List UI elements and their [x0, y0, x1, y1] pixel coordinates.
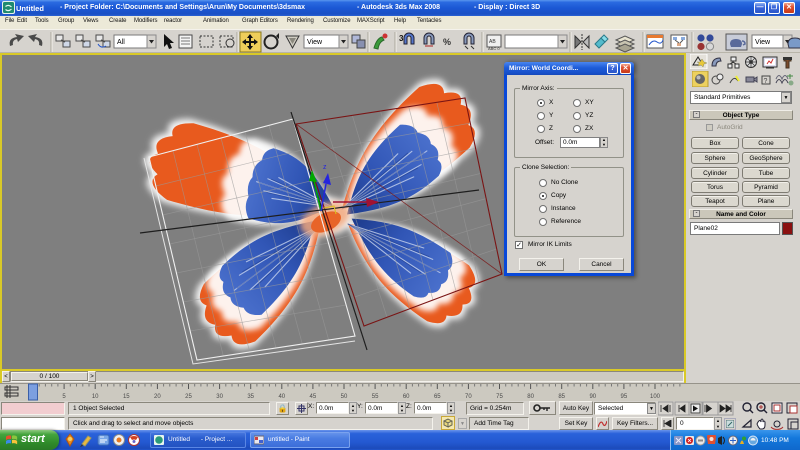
svg-text:95: 95 [621, 394, 628, 400]
svg-text:70: 70 [465, 394, 472, 400]
svg-text:3: 3 [399, 34, 404, 43]
svg-text:?: ? [764, 78, 768, 85]
svg-text:z: z [323, 164, 327, 171]
svg-text:10: 10 [92, 394, 99, 400]
svg-text:75: 75 [496, 394, 503, 400]
svg-text:All: All [117, 39, 125, 46]
svg-text:40: 40 [278, 394, 285, 400]
svg-text:15: 15 [123, 394, 130, 400]
svg-text:25: 25 [185, 394, 192, 400]
svg-text:35: 35 [247, 394, 254, 400]
svg-text:65: 65 [434, 394, 441, 400]
svg-text:80: 80 [527, 394, 534, 400]
svg-text:60: 60 [403, 394, 410, 400]
svg-text:View: View [307, 39, 323, 46]
svg-text:45: 45 [310, 394, 317, 400]
svg-text:View: View [755, 39, 771, 46]
svg-text:ABC 0: ABC 0 [488, 46, 500, 51]
svg-text:30: 30 [216, 394, 223, 400]
svg-text:90: 90 [589, 394, 596, 400]
svg-text:50: 50 [341, 394, 348, 400]
svg-text:AB: AB [489, 39, 496, 45]
svg-text:%: % [443, 37, 451, 47]
svg-text:55: 55 [372, 394, 379, 400]
svg-text:85: 85 [558, 394, 565, 400]
svg-text:100: 100 [650, 394, 661, 400]
svg-text:20: 20 [154, 394, 161, 400]
